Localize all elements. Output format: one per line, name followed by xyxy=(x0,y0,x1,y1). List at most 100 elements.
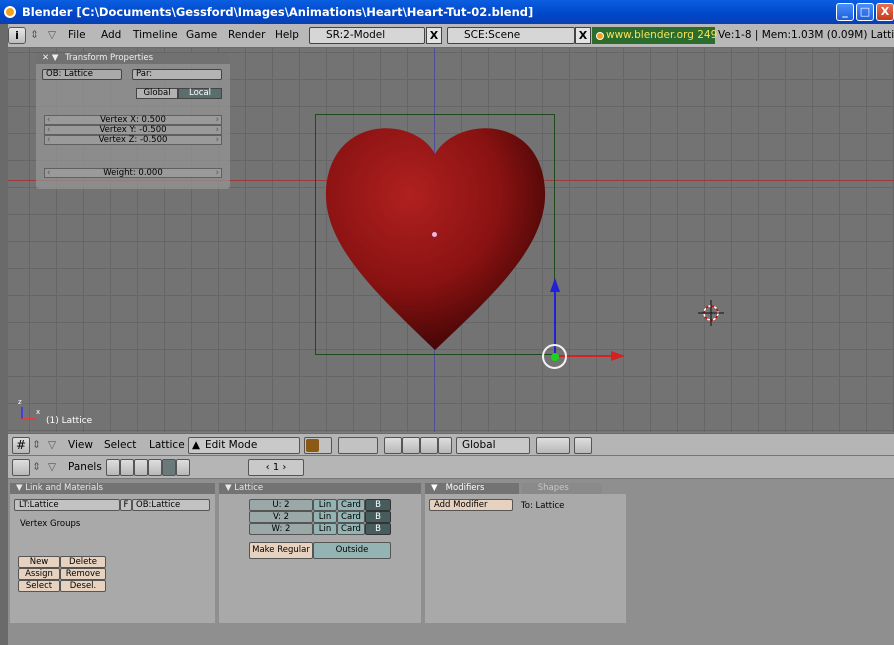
resolution-field[interactable]: W: 2 xyxy=(249,523,313,535)
shapes-tab[interactable]: Shapes xyxy=(521,483,602,494)
blender-app-icon[interactable] xyxy=(4,6,16,18)
axis-x-label: x xyxy=(36,408,41,416)
weight-field[interactable]: Weight: 0.000 xyxy=(44,168,222,178)
collapse-menu-icon[interactable]: ▽ xyxy=(48,439,56,451)
select-button[interactable]: Select xyxy=(18,580,60,592)
axis-z-label: z xyxy=(18,398,22,406)
global-toggle[interactable]: Global xyxy=(136,88,178,99)
render-preview-icon[interactable] xyxy=(574,437,592,454)
b-interpolation-button[interactable]: B xyxy=(365,523,391,535)
card-interpolation-button[interactable]: Card xyxy=(337,523,365,535)
add-modifier-button[interactable]: Add Modifier xyxy=(429,499,513,511)
vertex-z-field[interactable]: Vertex Z: -0.500 xyxy=(44,135,222,145)
pivot-selector[interactable] xyxy=(338,437,378,454)
link-panel-header[interactable]: ▼ Link and Materials xyxy=(10,483,215,494)
shading-context-icon[interactable] xyxy=(134,459,148,476)
fake-user-toggle[interactable]: F xyxy=(120,499,132,511)
menu-render[interactable]: Render xyxy=(228,29,265,41)
resolution-field[interactable]: U: 2 xyxy=(249,499,313,511)
collapse-menu-icon[interactable]: ▽ xyxy=(48,461,56,473)
buttons-window-type-icon[interactable] xyxy=(12,459,30,476)
modifiers-tab[interactable]: ▼ Modifiers xyxy=(425,483,519,494)
collapse-menu-icon[interactable]: ▽ xyxy=(48,29,56,41)
screen-selector[interactable]: SR:2-Model xyxy=(309,27,425,44)
card-interpolation-button[interactable]: Card xyxy=(337,511,365,523)
menu-file[interactable]: File xyxy=(68,29,86,41)
scene-context-icon[interactable] xyxy=(176,459,190,476)
menu-lattice[interactable]: Lattice xyxy=(149,439,185,451)
script-context-icon[interactable] xyxy=(120,459,134,476)
b-interpolation-button[interactable]: B xyxy=(365,499,391,511)
modifiers-panel-header: ▼ Modifiers Shapes xyxy=(425,483,626,494)
delete-scene-button[interactable]: X xyxy=(575,27,591,44)
modifiers-panel: ▼ Modifiers Shapes Add Modifier To: Latt… xyxy=(425,483,626,623)
blender-logo-icon xyxy=(596,32,604,40)
window-type-arrow-icon[interactable]: ⇕ xyxy=(32,439,41,451)
object-name-field[interactable]: OB: Lattice xyxy=(42,69,122,80)
close-panel-icon[interactable]: ✕ ▼ xyxy=(42,53,58,63)
object-name-field[interactable]: OB:Lattice xyxy=(132,499,210,511)
page-selector[interactable]: ‹ 1 › xyxy=(248,459,304,476)
blender-url-link[interactable]: www.blender.org 249 xyxy=(592,27,717,44)
vertex-y-field[interactable]: Vertex Y: -0.500 xyxy=(44,125,222,135)
object-center-dot xyxy=(432,232,437,237)
b-interpolation-button[interactable]: B xyxy=(365,511,391,523)
menu-select[interactable]: Select xyxy=(104,439,136,451)
info-window-type-button[interactable]: i xyxy=(8,27,26,44)
remove-button[interactable]: Remove xyxy=(60,568,106,580)
outside-toggle[interactable]: Outside xyxy=(313,542,391,559)
maximize-button[interactable]: □ xyxy=(856,3,874,21)
panels-menu[interactable]: Panels xyxy=(68,461,102,473)
transform-panel-title: Transform Properties xyxy=(65,53,154,63)
object-context-icon[interactable] xyxy=(148,459,162,476)
editing-context-icon[interactable] xyxy=(162,459,176,476)
deselect-button[interactable]: Desel. xyxy=(60,580,106,592)
lattice-panel-title: Lattice xyxy=(234,483,264,493)
mode-selector[interactable]: ▲ Edit Mode xyxy=(188,437,300,454)
lattice-datablock-field[interactable]: LT:Lattice xyxy=(14,499,120,511)
menu-help[interactable]: Help xyxy=(275,29,299,41)
solid-draw-icon xyxy=(306,439,319,452)
rotate-manipulator-icon[interactable] xyxy=(420,437,438,454)
link-and-materials-panel: ▼ Link and Materials LT:Lattice F OB:Lat… xyxy=(10,483,215,623)
window-type-arrow-icon[interactable]: ⇕ xyxy=(30,29,39,41)
modifier-target-label: To: Lattice xyxy=(521,501,565,511)
lattice-panel: ▼ Lattice U: 2 Lin Card B V: 2 Lin Card B W: 2 Li… xyxy=(219,483,421,623)
card-interpolation-button[interactable]: Card xyxy=(337,499,365,511)
vertex-x-field[interactable]: Vertex X: 0.500 xyxy=(44,115,222,125)
transform-panel-header[interactable]: ✕ ▼ Transform Properties xyxy=(36,53,230,64)
translate-manipulator-icon[interactable] xyxy=(402,437,420,454)
menu-view[interactable]: View xyxy=(68,439,93,451)
delete-screen-button[interactable]: X xyxy=(426,27,442,44)
new-vertex-group-button[interactable]: New xyxy=(18,556,60,568)
local-toggle[interactable]: Local xyxy=(178,88,222,99)
window-title: Blender [C:\Documents\Gessford\Images\An… xyxy=(22,5,534,19)
menu-timeline[interactable]: Timeline xyxy=(133,29,178,41)
scene-selector[interactable]: SCE:Scene xyxy=(447,27,575,44)
left-edge-bar xyxy=(0,24,8,645)
menu-add[interactable]: Add xyxy=(101,29,121,41)
window-type-arrow-icon[interactable]: ⇕ xyxy=(32,461,41,473)
minimize-button[interactable]: _ xyxy=(836,3,854,21)
parent-field[interactable]: Par: xyxy=(132,69,222,80)
resolution-field[interactable]: V: 2 xyxy=(249,511,313,523)
logic-context-icon[interactable] xyxy=(106,459,120,476)
close-button[interactable]: X xyxy=(876,3,894,21)
menu-game[interactable]: Game xyxy=(186,29,217,41)
lin-interpolation-button[interactable]: Lin xyxy=(313,511,337,523)
manipulator-toggle-icon[interactable] xyxy=(384,437,402,454)
title-bar: Blender [C:\Documents\Gessford\Images\An… xyxy=(0,0,894,24)
lin-interpolation-button[interactable]: Lin xyxy=(313,499,337,511)
assign-button[interactable]: Assign xyxy=(18,568,60,580)
transform-properties-panel[interactable]: ✕ ▼ Transform Properties OB: Lattice Par… xyxy=(36,53,230,189)
proportional-edit-icon[interactable] xyxy=(536,437,570,454)
orientation-selector[interactable]: Global xyxy=(456,437,530,454)
lattice-panel-header[interactable]: ▼ Lattice xyxy=(219,483,421,494)
scale-manipulator-icon[interactable] xyxy=(438,437,452,454)
make-regular-button[interactable]: Make Regular xyxy=(249,542,313,559)
delete-vertex-group-button[interactable]: Delete xyxy=(60,556,106,568)
lin-interpolation-button[interactable]: Lin xyxy=(313,523,337,535)
info-header: i ⇕ ▽ File Add Timeline Game Render Help… xyxy=(0,24,894,48)
3d-cursor-icon[interactable] xyxy=(698,300,724,326)
window-type-grid-icon[interactable]: # xyxy=(12,437,30,454)
